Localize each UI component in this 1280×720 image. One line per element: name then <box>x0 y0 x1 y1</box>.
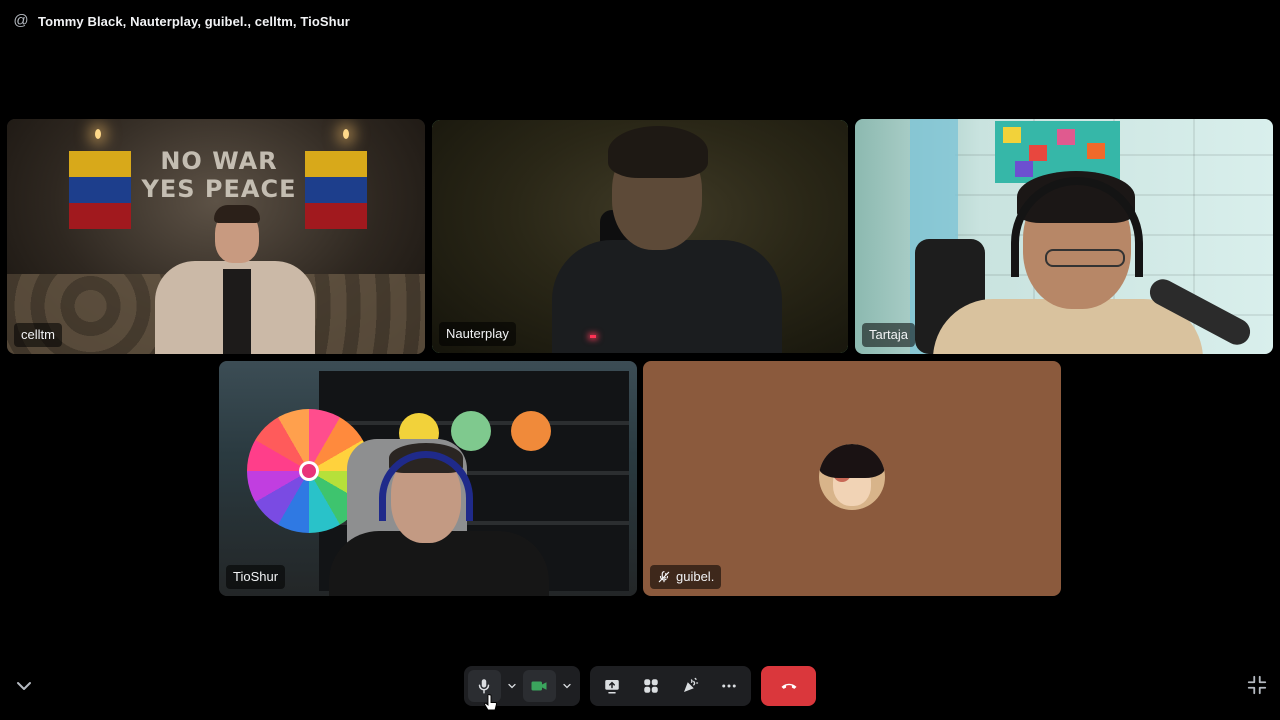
plush-toy <box>511 411 551 451</box>
share-screen-button[interactable] <box>594 670 631 702</box>
microphone-icon <box>479 679 490 694</box>
more-options-button[interactable] <box>710 670 747 702</box>
video-feed: NO WAR YES PEACE <box>7 119 425 354</box>
flag <box>69 151 131 229</box>
microphone-muted-icon <box>658 571 670 583</box>
call-title: Tommy Black, Nauterplay, guibel., celltm… <box>38 13 350 29</box>
at-icon: @ <box>13 12 29 29</box>
participant-figure <box>155 205 315 354</box>
screen-share-icon <box>605 680 620 694</box>
mouse-cursor-icon <box>484 694 497 711</box>
participant-name-tag: celltm <box>14 323 62 347</box>
participant-name: Nauterplay <box>446 326 509 341</box>
disconnect-button[interactable] <box>761 666 816 706</box>
participant-hair <box>608 126 708 178</box>
wall-sign: NO WAR YES PEACE <box>141 147 297 203</box>
collapse-button[interactable] <box>12 674 36 698</box>
activities-button[interactable] <box>633 670 670 702</box>
participant-name-tag: Tartaja <box>862 323 916 347</box>
lamp <box>343 129 349 139</box>
video-tile-nauterplay[interactable]: Nauterplay <box>432 120 848 353</box>
video-feed <box>432 120 848 353</box>
glasses <box>1045 249 1125 267</box>
participant-name: celltm <box>21 327 55 342</box>
call-header: @ Tommy Black, Nauterplay, guibel., cell… <box>12 10 350 32</box>
microphone-options-button[interactable] <box>503 670 521 702</box>
participant-name-tag: guibel. <box>650 565 722 589</box>
camera-button[interactable] <box>523 670 556 702</box>
exit-fullscreen-button[interactable] <box>1246 674 1268 696</box>
participant-name: Tartaja <box>869 327 909 342</box>
participant-name: TioShur <box>233 569 279 584</box>
chevron-down-icon <box>508 683 516 689</box>
lamp <box>95 129 101 139</box>
video-tile-celltm[interactable]: NO WAR YES PEACE celltm <box>7 119 425 354</box>
led-light <box>590 335 596 338</box>
flag <box>305 151 367 229</box>
media-controls <box>464 666 580 706</box>
participant-name: guibel. <box>676 569 715 584</box>
soundboard-icon <box>683 677 699 692</box>
plush-toy <box>451 411 491 451</box>
avatar <box>819 444 885 510</box>
call-controls-bar <box>0 660 1280 720</box>
activity-controls <box>590 666 751 706</box>
video-tile-tartaja[interactable]: Tartaja <box>855 119 1273 354</box>
video-camera-icon <box>531 681 547 691</box>
more-icon <box>721 684 736 688</box>
video-feed <box>219 361 637 596</box>
activities-icon <box>644 679 658 693</box>
camera-options-button[interactable] <box>558 670 576 702</box>
chevron-down-icon <box>563 683 571 689</box>
chevron-down-icon <box>17 682 31 690</box>
video-tile-tioshur[interactable]: TioShur <box>219 361 637 596</box>
soundboard-button[interactable] <box>672 670 709 702</box>
participant-name-tag: TioShur <box>226 565 286 589</box>
video-feed <box>855 119 1273 354</box>
video-tile-guibel[interactable]: guibel. <box>643 361 1061 596</box>
minimize-icon <box>1247 675 1267 695</box>
participant-name-tag: Nauterplay <box>439 322 516 346</box>
hang-up-icon <box>781 683 796 689</box>
participant-body <box>552 240 782 353</box>
